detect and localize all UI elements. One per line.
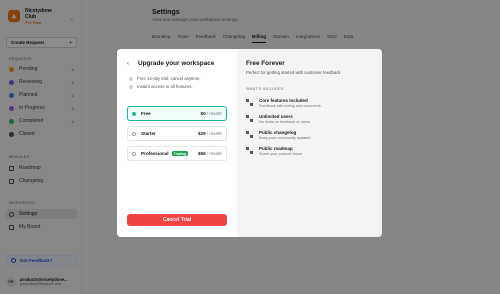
feature-title: Public changelog	[259, 130, 297, 135]
plan-price-period: / month	[206, 151, 222, 156]
plan-price-amount: $0	[200, 111, 206, 116]
trialing-badge: Trialing	[171, 151, 189, 156]
feature-item: Public roadmap Share your product vision	[246, 146, 376, 156]
feature-grid-icon	[246, 115, 253, 122]
radio-icon	[132, 111, 136, 116]
plan-name: Free	[141, 111, 151, 116]
plan-price-period: / month	[206, 131, 222, 136]
plan-detail-title: Free Forever	[246, 60, 285, 67]
bullet-text: Instant access to all features.	[137, 84, 193, 89]
feature-title: Public roadmap	[259, 146, 293, 151]
access-bullet: Instant access to all features.	[129, 84, 193, 89]
bullet-text: Free 14-day trial, cancel anytime.	[137, 76, 201, 81]
radio-icon	[132, 131, 136, 136]
back-icon[interactable]: ‹	[127, 61, 129, 67]
included-label: WHAT'S INCLUDED	[246, 87, 284, 91]
plan-price: $0/ month	[201, 111, 222, 116]
plan-detail-subtitle: Perfect for getting started with custome…	[246, 70, 341, 75]
feature-grid-icon	[246, 147, 253, 154]
plan-name: Starter	[141, 131, 156, 136]
plan-price: $59/ month	[198, 151, 222, 156]
plan-price-period: / month	[206, 111, 222, 116]
upgrade-modal: ‹ Upgrade your workspace Free 14-day tri…	[117, 49, 382, 237]
feature-desc: Share your product vision	[259, 152, 303, 156]
trial-bullet: Free 14-day trial, cancel anytime.	[129, 76, 201, 81]
feature-desc: No limits on feedback or users	[259, 120, 311, 124]
plan-option-starter[interactable]: Starter $29/ month	[127, 126, 227, 141]
feature-desc: Keep your community updated	[259, 136, 311, 140]
plan-option-free[interactable]: Free $0/ month	[127, 106, 227, 121]
feature-item: Public changelog Keep your community upda…	[246, 130, 376, 140]
feature-title: Core features included	[259, 98, 308, 103]
feature-title: Unlimited users	[259, 114, 293, 119]
plan-selection-panel: ‹ Upgrade your workspace Free 14-day tri…	[117, 49, 237, 237]
feature-grid-icon	[246, 131, 253, 138]
feature-grid-icon	[246, 99, 253, 106]
feature-item: Core features included Feedback with voti…	[246, 98, 376, 108]
feature-item: Unlimited users No limits on feedback or …	[246, 114, 376, 124]
plan-option-professional[interactable]: Professional Trialing $59/ month	[127, 146, 227, 161]
bullet-icon	[129, 76, 133, 81]
plan-price-amount: $29	[198, 131, 206, 136]
feature-desc: Feedback with voting and comments	[259, 104, 321, 108]
plan-name: Professional	[141, 151, 169, 156]
cancel-trial-button[interactable]: Cancel Trial	[127, 214, 227, 226]
plan-price-amount: $59	[198, 151, 206, 156]
radio-icon	[132, 151, 136, 156]
plan-detail-panel: Free Forever Perfect for getting started…	[237, 49, 382, 237]
plan-price: $29/ month	[198, 131, 222, 136]
modal-title: Upgrade your workspace	[138, 60, 215, 67]
bullet-icon	[129, 84, 133, 89]
